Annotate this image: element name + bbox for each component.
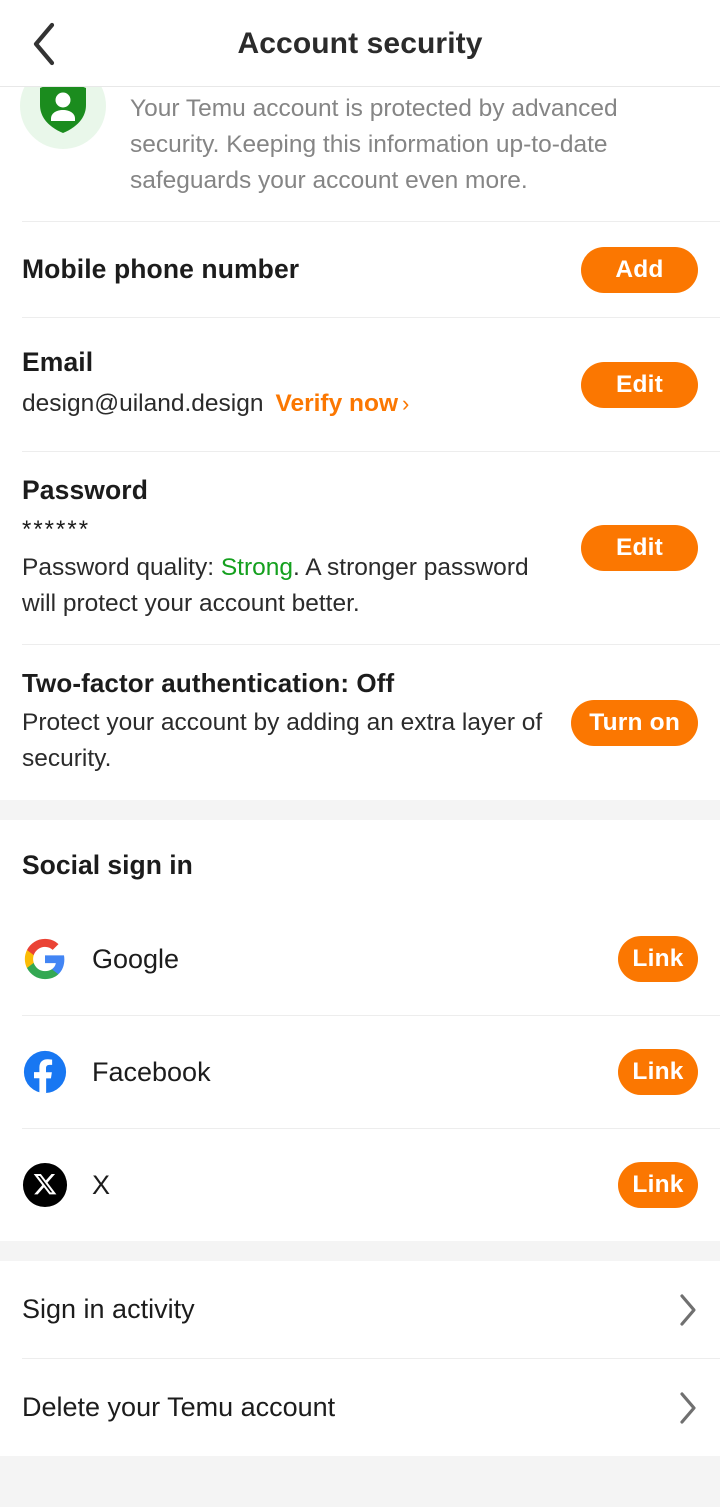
mobile-phone-info: Mobile phone number [22,232,565,307]
account-security-screen: Account security Your Temu account is pr… [0,0,720,1507]
google-action: Link [618,936,698,982]
link-facebook-button[interactable]: Link [618,1049,698,1095]
mobile-phone-label: Mobile phone number [22,254,300,284]
row-email: Email design@uiland.design Verify now › Ed… [0,318,720,451]
row-mobile-phone: Mobile phone number Add [0,222,720,317]
verify-email-label: Verify now [275,390,399,417]
account-links-panel: Sign in activity Delete your Temu accoun… [0,1261,720,1456]
email-value-line: design@uiland.design Verify now › [22,386,565,422]
social-signin-panel: Social sign in Google Link Facebook Link… [0,820,720,1241]
app-header: Account security [0,0,720,87]
verify-email-link[interactable]: Verify now › [275,390,409,417]
social-signin-title: Social sign in [22,850,193,880]
section-gap [0,800,720,820]
password-action: Edit [581,525,698,571]
security-panel: Your Temu account is protected by advanc… [0,63,720,800]
social-label-facebook: Facebook [92,1056,211,1087]
add-phone-button[interactable]: Add [581,246,698,293]
chevron-right-icon [678,1391,698,1425]
nav-row-signin-activity[interactable]: Sign in activity [0,1261,720,1358]
chevron-right-icon [678,1293,698,1327]
two-factor-action: Turn on [571,699,698,746]
edit-password-button[interactable]: Edit [581,525,698,571]
bottom-area [0,1456,720,1507]
social-row-google: Google Link [0,903,720,1015]
password-masked-value: ****** [22,515,91,543]
password-label: Password [22,474,148,505]
email-info: Email design@uiland.design Verify now › [22,325,565,444]
social-label-google: Google [92,943,180,974]
signin-activity-label: Sign in activity [22,1294,195,1324]
security-banner: Your Temu account is protected by advanc… [0,63,720,221]
two-factor-info: Two-factor authentication: Off Protect y… [22,646,555,799]
facebook-icon [22,1049,68,1095]
row-password: Password ****** Password quality: Strong… [0,452,720,644]
email-address: design@uiland.design [22,390,264,417]
page-title: Account security [237,26,483,60]
two-factor-label: Two-factor authentication: Off [22,668,395,698]
password-quality-text: Password quality: Strong. A stronger pas… [22,550,562,622]
social-row-facebook: Facebook Link [0,1016,720,1128]
security-banner-text: Your Temu account is protected by advanc… [130,95,618,194]
x-twitter-icon [22,1162,68,1208]
social-label-x: X [92,1169,111,1200]
password-info: Password ****** Password quality: Strong… [22,453,565,644]
chevron-right-icon: › [402,391,410,416]
nav-row-delete-account[interactable]: Delete your Temu account [0,1359,720,1456]
email-label: Email [22,347,94,377]
mobile-phone-action: Add [581,246,698,293]
turn-on-two-factor-button[interactable]: Turn on [571,699,698,746]
link-x-button[interactable]: Link [618,1162,698,1208]
link-google-button[interactable]: Link [618,936,698,982]
password-quality-prefix: Password quality: [22,553,221,581]
x-action: Link [618,1162,698,1208]
edit-email-button[interactable]: Edit [581,361,698,408]
social-row-x: X Link [0,1129,720,1241]
section-gap [0,1241,720,1261]
row-two-factor: Two-factor authentication: Off Protect y… [0,645,720,800]
two-factor-description: Protect your account by adding an extra … [22,709,543,772]
google-icon [22,936,68,982]
facebook-action: Link [618,1049,698,1095]
delete-account-label: Delete your Temu account [22,1392,336,1422]
email-action: Edit [581,361,698,408]
password-quality-value: Strong [220,553,293,581]
